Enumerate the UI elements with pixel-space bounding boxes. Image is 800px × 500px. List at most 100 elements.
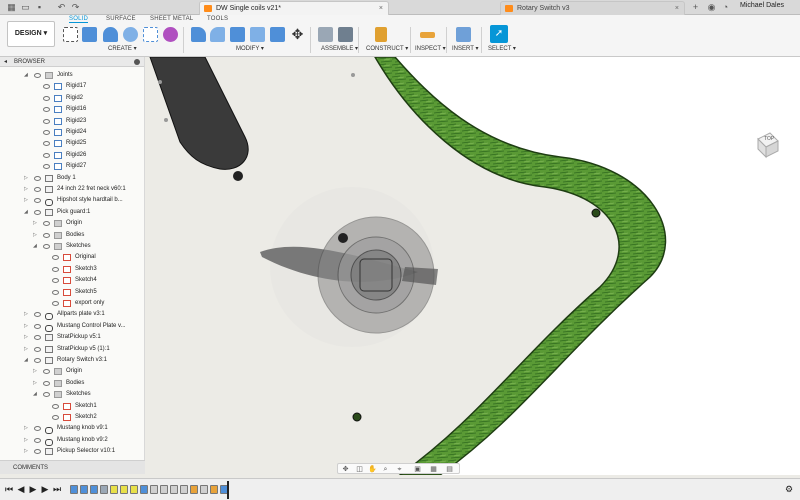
undo-icon[interactable]: ↶ [56, 2, 67, 13]
tree-item[interactable]: ▷ Body 1 [0, 173, 145, 184]
hole-icon[interactable] [123, 27, 138, 42]
timeline-feature-icon[interactable] [70, 485, 78, 494]
box-icon[interactable] [143, 27, 158, 42]
visibility-eye-icon[interactable] [34, 358, 41, 363]
timeline-marker[interactable] [227, 481, 229, 499]
tree-item[interactable]: ▷ Allparts plate v3:1 [0, 309, 145, 321]
visibility-eye-icon[interactable] [43, 221, 50, 227]
timeline-feature-icon[interactable] [110, 485, 118, 494]
extrude-icon[interactable] [82, 27, 97, 42]
fillet-icon[interactable] [210, 27, 225, 42]
visibility-eye-icon[interactable] [52, 289, 59, 295]
timeline-feature-icon[interactable] [200, 485, 208, 494]
visibility-eye-icon[interactable] [34, 175, 41, 181]
expand-right-icon[interactable]: ▷ [33, 366, 39, 377]
measure-icon[interactable] [420, 32, 435, 38]
save-icon[interactable]: ▪ [34, 2, 45, 13]
expand-down-icon[interactable]: ◢ [33, 389, 39, 400]
expand-right-icon[interactable]: ▷ [24, 344, 30, 355]
visibility-eye-icon[interactable] [34, 209, 41, 215]
expand-right-icon[interactable]: ▷ [24, 446, 30, 457]
expand-right-icon[interactable]: ▷ [24, 195, 30, 206]
shell-icon[interactable] [250, 27, 265, 42]
tab-rotary-switch[interactable]: Rotary Switch v3 × [500, 1, 685, 15]
tab-dw-single-coils[interactable]: DW Single coils v21* × [199, 1, 389, 15]
tree-item[interactable]: Sketch3 [0, 264, 145, 275]
tree-item[interactable]: Rigid27 [0, 161, 145, 172]
revolve-icon[interactable] [103, 27, 118, 42]
pan-icon[interactable]: ✋ [368, 466, 377, 473]
create-sketch-icon[interactable] [63, 27, 78, 42]
previous-step-icon[interactable]: ◀ [16, 484, 26, 494]
visibility-eye-icon[interactable] [43, 232, 50, 238]
expand-right-icon[interactable]: ▷ [24, 321, 30, 332]
visibility-eye-icon[interactable] [52, 301, 59, 306]
visibility-eye-icon[interactable] [52, 415, 59, 420]
tab-tools[interactable]: TOOLS [207, 16, 228, 22]
tree-item[interactable]: ▷ StratPickup v5 (1):1 [0, 344, 145, 355]
timeline-feature-icon[interactable] [140, 485, 148, 494]
tree-item[interactable]: ▷ StratPickup v5:1 [0, 332, 145, 343]
first-step-icon[interactable]: ⏮ [4, 484, 14, 494]
visibility-eye-icon[interactable] [43, 392, 50, 398]
combine-icon[interactable] [270, 27, 285, 42]
expand-down-icon[interactable]: ◢ [24, 355, 30, 366]
visibility-eye-icon[interactable] [34, 426, 41, 432]
timeline-feature-icon[interactable] [130, 485, 138, 494]
expand-right-icon[interactable]: ▷ [33, 218, 39, 229]
visibility-eye-icon[interactable] [43, 95, 50, 101]
form-icon[interactable] [163, 27, 178, 42]
visibility-eye-icon[interactable] [34, 346, 41, 352]
timeline-feature-icon[interactable] [150, 485, 158, 494]
group-inspect[interactable]: INSPECT ▾ [415, 45, 446, 52]
timeline-feature-icon[interactable] [160, 485, 168, 494]
help-icon[interactable]: ◉ [706, 2, 717, 13]
browser-header[interactable]: ◂ BROWSER [0, 57, 144, 67]
tree-item[interactable]: ◢ Sketches [0, 389, 145, 400]
visibility-eye-icon[interactable] [34, 437, 41, 443]
tree-item[interactable]: ▷ Hipshot style hardtail b... [0, 195, 145, 207]
visibility-eye-icon[interactable] [34, 323, 41, 329]
expand-right-icon[interactable]: ▷ [24, 332, 30, 343]
insert-image-icon[interactable] [456, 27, 471, 42]
timeline-feature-icon[interactable] [210, 485, 218, 494]
expand-right-icon[interactable]: ▷ [24, 184, 30, 195]
tree-item[interactable]: ▷ Pickup Selector v10:1 [0, 446, 145, 457]
viewports-icon[interactable]: ▤ [446, 466, 453, 473]
timeline-feature-icon[interactable] [170, 485, 178, 494]
visibility-eye-icon[interactable] [34, 73, 41, 78]
visibility-eye-icon[interactable] [43, 164, 50, 170]
app-grid-icon[interactable]: ▦ [6, 2, 17, 13]
workspace-switcher[interactable]: DESIGN ▾ [7, 21, 55, 47]
visibility-eye-icon[interactable] [43, 141, 50, 147]
move-icon[interactable]: ✥ [290, 27, 305, 42]
tree-item[interactable]: Rigid23 [0, 116, 145, 127]
chamfer-icon[interactable] [230, 27, 245, 42]
visibility-eye-icon[interactable] [43, 84, 50, 90]
tree-item[interactable]: ▷ Bodies [0, 378, 145, 389]
visibility-eye-icon[interactable] [34, 198, 41, 204]
visibility-eye-icon[interactable] [52, 266, 59, 272]
expand-right-icon[interactable]: ▷ [24, 173, 30, 184]
tree-item[interactable]: Rigid25 [0, 138, 145, 149]
close-icon[interactable]: × [675, 2, 679, 15]
comments-panel[interactable]: COMMENTS [0, 460, 145, 474]
tab-sheet-metal[interactable]: SHEET METAL [150, 16, 193, 22]
group-select[interactable]: SELECT ▾ [488, 45, 516, 52]
next-step-icon[interactable]: ▶ [40, 484, 50, 494]
visibility-eye-icon[interactable] [43, 130, 50, 135]
tree-item[interactable]: ▷ Mustang Control Plate v... [0, 321, 145, 332]
expand-down-icon[interactable]: ◢ [33, 241, 39, 252]
tree-item[interactable]: Rigid17 [0, 81, 145, 92]
tree-item[interactable]: ◢ Sketches [0, 241, 145, 252]
timeline-feature-icon[interactable] [90, 485, 98, 494]
tree-item[interactable]: ▷ Bodies [0, 230, 145, 241]
redo-icon[interactable]: ↷ [70, 2, 81, 13]
tree-item[interactable]: ▷ 24 inch 22 fret neck v60:1 [0, 184, 145, 195]
tree-item[interactable]: ◢ Joints [0, 70, 145, 81]
tree-item[interactable]: ◢ Pick guard:1 [0, 207, 145, 218]
fit-icon[interactable]: ⌖ [396, 466, 403, 473]
group-assemble[interactable]: ASSEMBLE ▾ [321, 45, 358, 52]
tab-solid[interactable]: SOLID [69, 16, 89, 23]
expand-right-icon[interactable]: ▷ [33, 378, 39, 389]
